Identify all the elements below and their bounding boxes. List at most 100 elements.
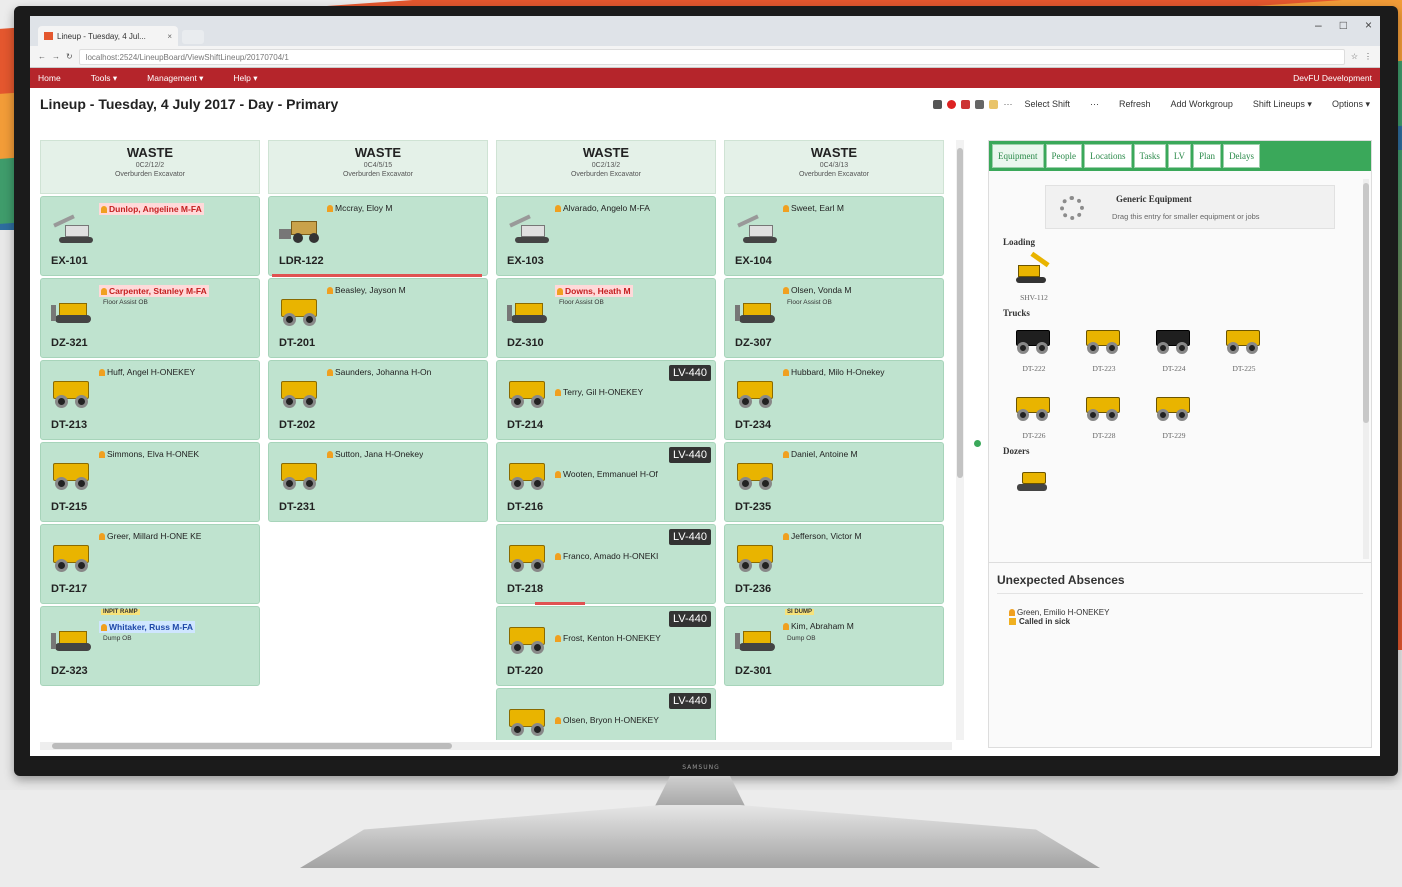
equipment-card[interactable]: Daniel, Antoine M DT-235 xyxy=(724,442,944,522)
operator-name[interactable]: Sutton, Jana H-Onekey xyxy=(327,449,423,459)
light-vehicle-badge[interactable]: LV-440 xyxy=(668,529,711,545)
equipment-item[interactable]: DT-229 xyxy=(1149,393,1199,440)
operator-name[interactable]: Kim, Abraham M xyxy=(783,621,854,631)
car-icon[interactable] xyxy=(933,99,943,109)
note-icon[interactable] xyxy=(989,99,999,109)
equipment-item[interactable] xyxy=(1009,464,1059,502)
equipment-card[interactable]: Sutton, Jana H-Onekey DT-231 xyxy=(268,442,488,522)
equipment-item[interactable]: SHV-112 xyxy=(1009,251,1059,302)
bookmark-star-icon[interactable]: ☆ xyxy=(1351,52,1358,61)
operator-name[interactable]: Saunders, Johanna H-On xyxy=(327,367,431,377)
equipment-card[interactable]: Carpenter, Stanley M-FA Floor Assist OB DZ… xyxy=(40,278,260,358)
tab-locations[interactable]: Locations xyxy=(1084,144,1132,168)
operator-name[interactable]: Franco, Amado H-ONEKI xyxy=(555,551,658,561)
operator-name[interactable]: Mccray, Eloy M xyxy=(327,203,392,213)
generic-equipment-item[interactable]: Generic Equipment Drag this entry for sm… xyxy=(1045,185,1335,229)
refresh-button[interactable]: Refresh xyxy=(1119,99,1151,110)
workgroup-header[interactable]: WASTE 0C2/13/2 Overburden Excavator xyxy=(496,140,716,194)
operator-name[interactable]: Olsen, Bryon H-ONEKEY xyxy=(555,715,659,725)
operator-name[interactable]: Alvarado, Angelo M-FA xyxy=(555,203,650,213)
nav-user[interactable]: DevFU Development xyxy=(1293,73,1372,83)
equipment-card[interactable]: Huff, Angel H-ONEKEY DT-213 xyxy=(40,360,260,440)
back-icon[interactable]: ← xyxy=(38,52,46,61)
operator-name[interactable]: Terry, Gil H-ONEKEY xyxy=(555,387,643,397)
operator-name[interactable]: Wooten, Emmanuel H-Of xyxy=(555,469,658,479)
equipment-card[interactable]: Wooten, Emmanuel H-Of LV-440 DT-216 xyxy=(496,442,716,522)
light-vehicle-badge[interactable]: LV-440 xyxy=(668,447,711,463)
operator-name[interactable]: Beasley, Jayson M xyxy=(327,285,406,295)
equipment-card[interactable]: Mccray, Eloy M LDR-122 xyxy=(268,196,488,277)
equipment-item[interactable]: DT-228 xyxy=(1079,393,1129,440)
operator-name[interactable]: Daniel, Antoine M xyxy=(783,449,858,459)
operator-name[interactable]: Jefferson, Victor M xyxy=(783,531,862,541)
add-workgroup-button[interactable]: Add Workgroup xyxy=(1171,99,1233,110)
url-input[interactable]: localhost:2524/LineupBoard/ViewShiftLine… xyxy=(78,48,1345,65)
more-icon[interactable]: ··· xyxy=(1003,99,1012,109)
equipment-card[interactable]: Frost, Kenton H-ONEKEY LV-440 DT-220 xyxy=(496,606,716,686)
equipment-card[interactable]: Greer, Millard H-ONE KE DT-217 xyxy=(40,524,260,604)
operator-name[interactable]: Greer, Millard H-ONE KE xyxy=(99,531,201,541)
operator-name[interactable]: Olsen, Vonda M xyxy=(783,285,851,295)
light-vehicle-badge[interactable]: LV-440 xyxy=(668,365,711,381)
tab-equipment[interactable]: Equipment xyxy=(992,144,1044,168)
light-vehicle-badge[interactable]: LV-440 xyxy=(668,693,711,709)
panel-scrollbar[interactable] xyxy=(1363,179,1369,559)
operator-name[interactable]: Sweet, Earl M xyxy=(783,203,844,213)
select-shift-button[interactable]: Select Shift xyxy=(1024,99,1070,110)
equipment-card[interactable]: Sweet, Earl M EX-104 xyxy=(724,196,944,276)
browser-tab[interactable]: Lineup - Tuesday, 4 Jul... × xyxy=(38,26,178,46)
equipment-card[interactable]: Alvarado, Angelo M-FA EX-103 xyxy=(496,196,716,276)
close-window-icon[interactable]: × xyxy=(1365,18,1372,32)
equipment-item[interactable]: DT-225 xyxy=(1219,326,1269,373)
tab-tasks[interactable]: Tasks xyxy=(1133,144,1166,168)
reload-icon[interactable]: ↻ xyxy=(66,52,73,61)
truck-icon[interactable] xyxy=(975,99,985,109)
maximize-icon[interactable]: □ xyxy=(1340,18,1347,32)
operator-name[interactable]: Downs, Heath M xyxy=(555,285,633,297)
equipment-card[interactable]: Simmons, Elva H-ONEK DT-215 xyxy=(40,442,260,522)
equipment-card[interactable]: SI DUMP Kim, Abraham M Dump OB DZ-301 xyxy=(724,606,944,686)
equipment-item[interactable]: DT-226 xyxy=(1009,393,1059,440)
new-tab-button[interactable] xyxy=(182,30,204,44)
nav-home[interactable]: Home xyxy=(38,73,61,83)
browser-menu-icon[interactable]: ⋮ xyxy=(1364,52,1372,61)
board-horizontal-scrollbar[interactable] xyxy=(40,742,952,750)
operator-name[interactable]: Simmons, Elva H-ONEK xyxy=(99,449,199,459)
person-icon[interactable] xyxy=(961,99,971,109)
equipment-card[interactable]: INPIT RAMP Whitaker, Russ M-FA Dump OB DZ-3… xyxy=(40,606,260,686)
record-icon[interactable] xyxy=(947,99,957,109)
equipment-card[interactable]: Hubbard, Milo H-Onekey DT-234 xyxy=(724,360,944,440)
board-vertical-scrollbar[interactable] xyxy=(956,140,964,740)
tab-lv[interactable]: LV xyxy=(1167,144,1192,168)
equipment-item[interactable]: DT-223 xyxy=(1079,326,1129,373)
equipment-card[interactable]: Olsen, Bryon H-ONEKEY LV-440 xyxy=(496,688,716,740)
tab-delays[interactable]: Delays xyxy=(1223,144,1261,168)
workgroup-header[interactable]: WASTE 0C2/12/2 Overburden Excavator xyxy=(40,140,260,194)
equipment-card[interactable]: Dunlop, Angeline M-FA EX-101 xyxy=(40,196,260,276)
nav-help[interactable]: Help ▾ xyxy=(233,73,257,84)
operator-name[interactable]: Huff, Angel H-ONEKEY xyxy=(99,367,195,377)
operator-name[interactable]: Whitaker, Russ M-FA xyxy=(99,621,196,633)
operator-name[interactable]: Dunlop, Angeline M-FA xyxy=(99,203,204,215)
forward-icon[interactable]: → xyxy=(52,52,60,61)
minimize-icon[interactable]: – xyxy=(1315,18,1322,32)
shift-lineups-menu[interactable]: Shift Lineups ▾ xyxy=(1253,99,1312,110)
nav-management[interactable]: Management ▾ xyxy=(147,73,203,84)
absence-item[interactable]: Green, Emilio H-ONEKEY Called in sick xyxy=(1009,608,1363,626)
tab-people[interactable]: People xyxy=(1045,144,1082,168)
equipment-card[interactable]: Jefferson, Victor M DT-236 xyxy=(724,524,944,604)
equipment-card[interactable]: Terry, Gil H-ONEKEY LV-440 DT-214 xyxy=(496,360,716,440)
operator-name[interactable]: Carpenter, Stanley M-FA xyxy=(99,285,209,297)
workgroup-header[interactable]: WASTE 0C4/3/13 Overburden Excavator xyxy=(724,140,944,194)
equipment-item[interactable]: DT-222 xyxy=(1009,326,1059,373)
equipment-card[interactable]: Saunders, Johanna H-On DT-202 xyxy=(268,360,488,440)
equipment-card[interactable]: Beasley, Jayson M DT-201 xyxy=(268,278,488,358)
close-tab-icon[interactable]: × xyxy=(167,32,172,41)
operator-name[interactable]: Frost, Kenton H-ONEKEY xyxy=(555,633,661,643)
tab-plan[interactable]: Plan xyxy=(1193,144,1222,168)
equipment-card[interactable]: Olsen, Vonda M Floor Assist OB DZ-307 xyxy=(724,278,944,358)
equipment-card[interactable]: Downs, Heath M Floor Assist OB DZ-310 xyxy=(496,278,716,358)
operator-name[interactable]: Hubbard, Milo H-Onekey xyxy=(783,367,885,377)
equipment-card[interactable]: Franco, Amado H-ONEKI LV-440 DT-218 xyxy=(496,524,716,605)
workgroup-header[interactable]: WASTE 0C4/5/15 Overburden Excavator xyxy=(268,140,488,194)
